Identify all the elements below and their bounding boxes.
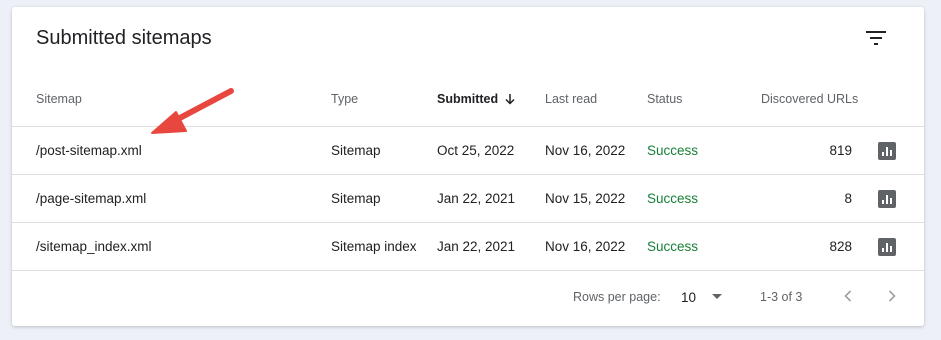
discovered-urls-count: 8 <box>844 191 852 206</box>
column-header-sitemap[interactable]: Sitemap <box>36 92 82 106</box>
divider <box>12 270 924 271</box>
column-header-submitted[interactable]: Submitted <box>437 92 516 106</box>
filter-button[interactable] <box>860 24 892 56</box>
arrow-down-icon <box>504 93 516 105</box>
card-title: Submitted sitemaps <box>36 27 212 49</box>
divider <box>12 222 924 223</box>
last-read-date: Nov 16, 2022 <box>545 143 626 158</box>
status-text: Success <box>647 239 699 254</box>
column-header-label: Status <box>647 92 683 106</box>
submitted-sitemaps-card: Submitted sitemaps Sitemap Type Submitte… <box>12 7 924 326</box>
next-page-button[interactable] <box>882 288 902 308</box>
submitted-date: Jan 22, 2021 <box>437 239 516 254</box>
last-read-date: Nov 15, 2022 <box>545 191 626 206</box>
column-header-type[interactable]: Type <box>331 92 358 106</box>
submitted-date: Oct 25, 2022 <box>437 143 515 158</box>
chevron-left-icon <box>844 289 852 307</box>
rows-per-page-label: Rows per page: <box>573 290 661 304</box>
filter-list-icon <box>866 30 886 50</box>
bar-chart-icon[interactable] <box>878 190 896 208</box>
column-header-label: Last read <box>545 92 598 106</box>
chevron-right-icon <box>888 289 896 307</box>
bar-chart-icon[interactable] <box>878 142 896 160</box>
page-range-text: 1-3 of 3 <box>760 290 803 304</box>
sitemap-path[interactable]: /page-sitemap.xml <box>36 191 146 206</box>
submitted-date: Jan 22, 2021 <box>437 191 516 206</box>
column-header-label: Type <box>331 92 359 106</box>
sitemap-type: Sitemap index <box>331 239 417 254</box>
discovered-urls-count: 828 <box>829 239 852 254</box>
sitemap-type: Sitemap <box>331 191 381 206</box>
column-header-discovered-urls[interactable]: Discovered URLs <box>761 92 858 106</box>
sitemap-path[interactable]: /post-sitemap.xml <box>36 143 142 158</box>
divider <box>12 126 924 127</box>
rows-per-page-value: 10 <box>681 289 697 305</box>
discovered-urls-count: 819 <box>829 143 852 158</box>
sitemap-path[interactable]: /sitemap_index.xml <box>36 239 152 254</box>
column-header-label: Submitted <box>437 92 499 106</box>
last-read-date: Nov 16, 2022 <box>545 239 626 254</box>
column-header-last-read[interactable]: Last read <box>545 92 597 106</box>
column-header-label: Sitemap <box>36 92 82 106</box>
dropdown-arrow-icon <box>711 288 723 306</box>
divider <box>12 174 924 175</box>
column-header-status[interactable]: Status <box>647 92 682 106</box>
status-text: Success <box>647 143 699 158</box>
previous-page-button[interactable] <box>838 288 858 308</box>
column-header-label: Discovered URLs <box>761 92 859 106</box>
bar-chart-icon[interactable] <box>878 238 896 256</box>
sitemap-type: Sitemap <box>331 143 381 158</box>
status-text: Success <box>647 191 699 206</box>
rows-per-page-select[interactable]: 10 <box>681 288 723 306</box>
